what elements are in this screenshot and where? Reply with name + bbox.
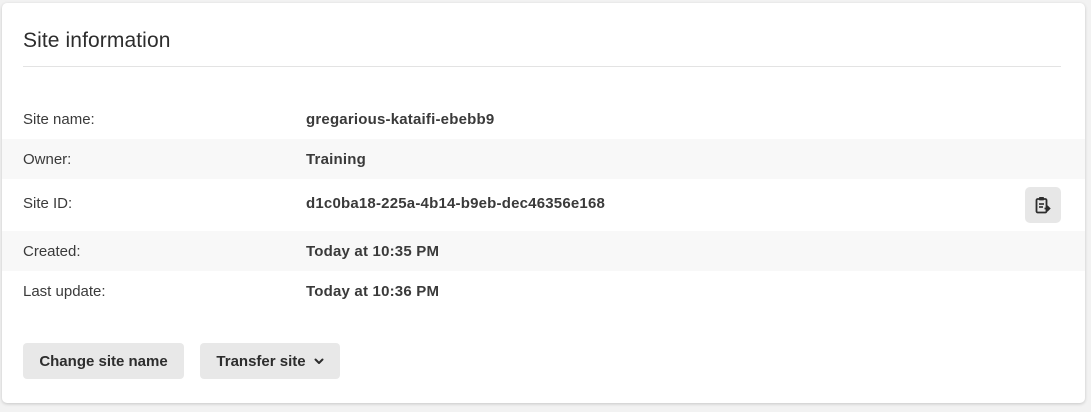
- info-row-last-update: Last update: Today at 10:36 PM: [2, 271, 1085, 311]
- site-id-label: Site ID:: [23, 195, 73, 212]
- site-name-value: gregarious-kataifi-ebebb9: [306, 111, 495, 128]
- site-information-card: Site information Site name: gregarious-k…: [2, 3, 1085, 403]
- transfer-site-label: Transfer site: [216, 352, 306, 370]
- owner-value: Training: [306, 151, 366, 168]
- site-name-label: Site name:: [23, 111, 95, 128]
- transfer-site-button[interactable]: Transfer site: [200, 343, 340, 379]
- created-label: Created:: [23, 243, 81, 260]
- change-site-name-button[interactable]: Change site name: [23, 343, 184, 379]
- info-row-created: Created: Today at 10:35 PM: [2, 231, 1085, 271]
- title-divider: [23, 66, 1061, 67]
- chevron-down-icon: [314, 358, 324, 365]
- site-id-value: d1c0ba18-225a-4b14-b9eb-dec46356e168: [306, 195, 606, 212]
- change-site-name-label: Change site name: [39, 352, 168, 370]
- last-update-value: Today at 10:36 PM: [306, 283, 440, 300]
- info-row-owner: Owner: Training: [2, 139, 1085, 179]
- copy-site-id-button[interactable]: [1025, 187, 1061, 223]
- card-title: Site information: [23, 29, 171, 52]
- created-value: Today at 10:35 PM: [306, 243, 440, 260]
- info-row-site-id: Site ID: d1c0ba18-225a-4b14-b9eb-dec4635…: [2, 179, 1085, 231]
- info-row-site-name: Site name: gregarious-kataifi-ebebb9: [2, 99, 1085, 139]
- owner-label: Owner:: [23, 151, 72, 168]
- copy-clipboard-icon: [1035, 196, 1051, 214]
- last-update-label: Last update:: [23, 283, 106, 300]
